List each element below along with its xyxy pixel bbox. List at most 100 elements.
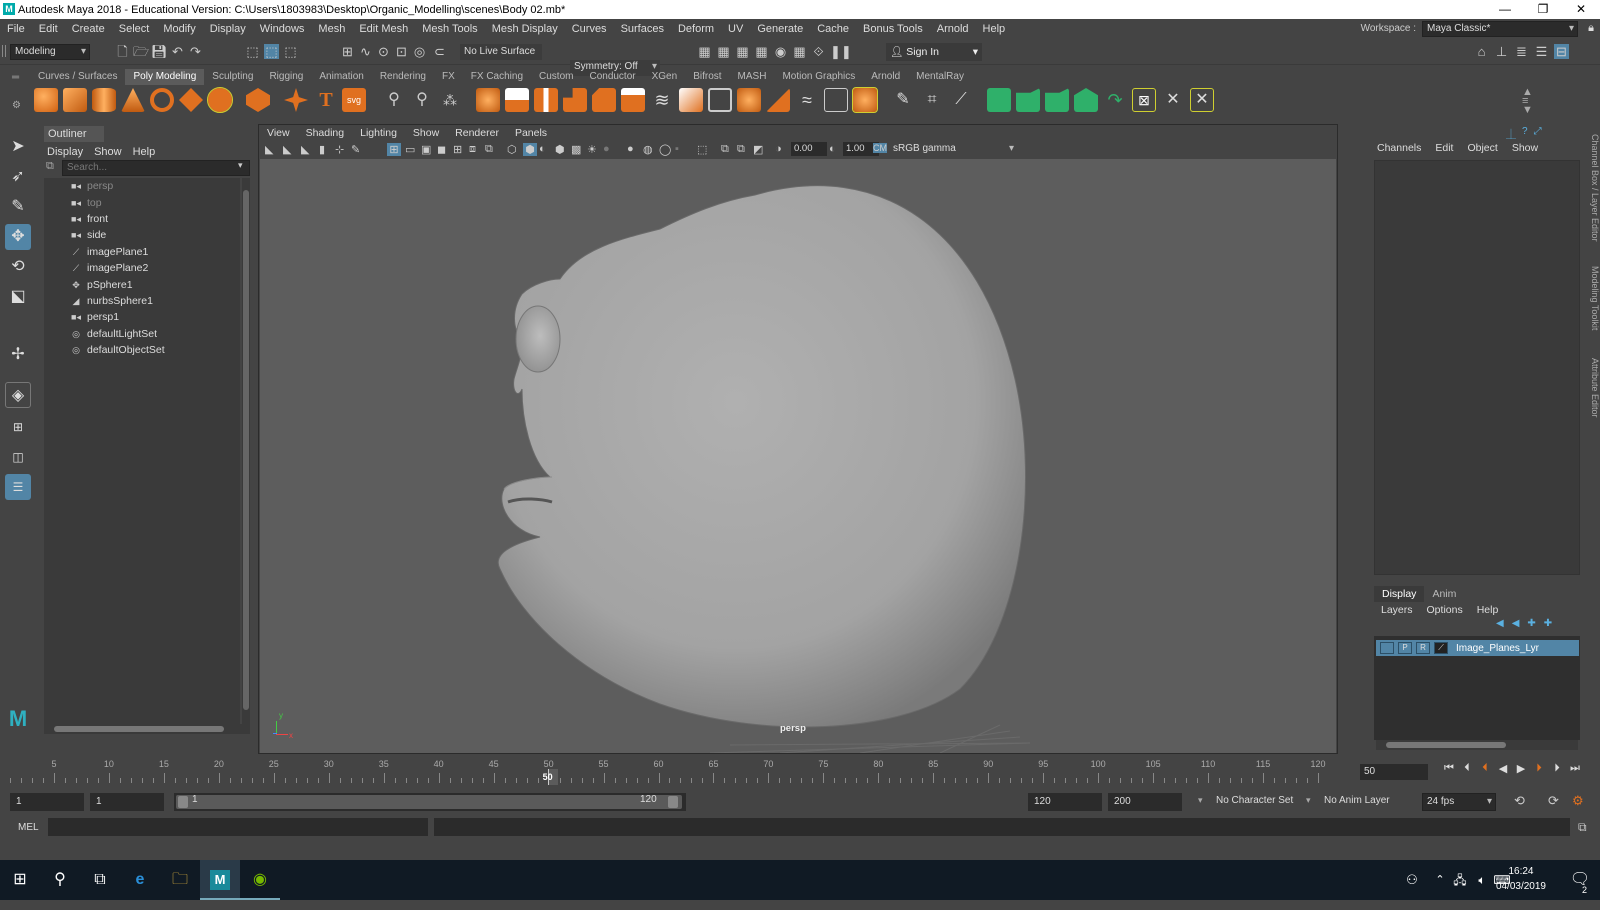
start-icon[interactable]: ⊞	[0, 860, 40, 900]
side-tab-attribute-editor[interactable]: Attribute Editor	[1586, 358, 1600, 418]
layer-playback-toggle[interactable]: P	[1398, 642, 1412, 654]
step-forward-key-icon[interactable]: ⏵	[1530, 762, 1548, 775]
smooth-icon[interactable]: ⁂	[438, 88, 462, 112]
bevel-icon[interactable]	[563, 88, 587, 112]
mirror-icon[interactable]	[987, 88, 1011, 112]
depth-of-field-icon[interactable]: ◯	[659, 143, 671, 156]
wireframe-on-shaded-icon[interactable]: ⬢	[555, 143, 565, 156]
channelbox-menu-edit[interactable]: Edit	[1428, 142, 1460, 154]
snap-view-icon[interactable]: ⊡	[394, 44, 409, 59]
uv-editor-icon[interactable]: ⌗	[920, 88, 944, 112]
shelf-tab-sculpting[interactable]: Sculpting	[204, 69, 261, 85]
multicut-icon[interactable]	[708, 88, 732, 112]
select-object-icon[interactable]: ⬚	[264, 44, 279, 59]
tool-settings-icon[interactable]: ≣	[1514, 44, 1529, 59]
mel-label[interactable]: MEL	[18, 822, 39, 833]
outliner-item-psphere1[interactable]: ✥ pSphere1	[44, 276, 240, 292]
outliner-layout-icon[interactable]: ☰	[5, 474, 31, 500]
playback-end-field[interactable]: 120	[1028, 793, 1102, 811]
volume-icon[interactable]: 🔈︎	[1472, 860, 1492, 900]
outliner-filter-icon[interactable]: ⧉	[46, 160, 54, 173]
fps-dropdown[interactable]: 24 fps	[1422, 793, 1496, 811]
xray-components-icon[interactable]: ◩	[753, 143, 763, 156]
last-tool-icon[interactable]: ✢	[5, 342, 31, 368]
image-plane-toggle-icon[interactable]: ▮	[319, 143, 325, 156]
outliner-item-front[interactable]: ■◂ front	[44, 211, 240, 227]
move-layer-up-icon[interactable]: ◀︎	[1496, 618, 1504, 629]
side-tab-modeling-toolkit[interactable]: Modeling Toolkit	[1586, 266, 1600, 330]
workspace-dropdown[interactable]: Maya Classic*	[1422, 20, 1578, 37]
character-set-arrow-icon[interactable]: ▾	[1198, 795, 1203, 806]
menu-mesh-display[interactable]: Mesh Display	[485, 23, 565, 35]
live-surface-field[interactable]: No Live Surface	[460, 44, 542, 60]
field-chart-icon[interactable]: ⊞	[453, 143, 462, 156]
outliner-item-persp[interactable]: ■◂ persp	[44, 178, 240, 194]
lasso-tool-icon[interactable]: ➶	[5, 164, 31, 190]
current-frame-marker[interactable]: 50	[543, 769, 558, 785]
menu-windows[interactable]: Windows	[253, 23, 312, 35]
range-end-handle[interactable]	[668, 796, 678, 808]
outliner-item-top[interactable]: ■◂ top	[44, 194, 240, 210]
render-settings-icon[interactable]: ▦	[754, 44, 769, 59]
make-live-icon[interactable]	[1016, 88, 1040, 112]
retopologize-icon[interactable]	[1045, 88, 1069, 112]
playback-start-field[interactable]: 1	[90, 793, 164, 811]
four-view-layout-icon[interactable]: ⊞	[5, 414, 31, 440]
shadows-icon[interactable]: ●	[603, 143, 610, 155]
shelf-tab-xgen[interactable]: XGen	[644, 69, 686, 85]
exposure-icon[interactable]: ◑	[775, 143, 782, 155]
resolution-gate-icon[interactable]: ▣	[421, 143, 431, 156]
poly-disc-icon[interactable]	[207, 87, 233, 113]
menu-modify[interactable]: Modify	[156, 23, 202, 35]
go-to-start-icon[interactable]: ⏮	[1440, 762, 1458, 775]
channelbox-menu-object[interactable]: Object	[1460, 142, 1504, 154]
scale-tool-icon[interactable]: ⬕	[5, 284, 31, 310]
paint-select-tool-icon[interactable]: ✎	[5, 194, 31, 220]
channelbox-float-icon[interactable]: ⤢	[1534, 126, 1542, 141]
snap-magnet-icon[interactable]: ⊂	[432, 44, 447, 59]
side-tab-channel-box[interactable]: Channel Box / Layer Editor	[1586, 134, 1600, 242]
two-d-pan-icon[interactable]: ⊹	[335, 143, 344, 156]
shelf-tab-conductor[interactable]: Conductor	[581, 69, 643, 85]
channel-box-icon[interactable]: ☰	[1534, 44, 1549, 59]
gate-mask-icon[interactable]: ◼	[437, 143, 446, 156]
safe-title-icon[interactable]: ⧉	[485, 143, 493, 156]
menu-surfaces[interactable]: Surfaces	[614, 23, 671, 35]
outliner-item-defaultlightset[interactable]: ◎ defaultLightSet	[44, 326, 240, 342]
menu-create[interactable]: Create	[65, 23, 112, 35]
rotate-tool-icon[interactable]: ⟲	[5, 254, 31, 280]
outliner-vertical-scrollbar[interactable]	[242, 178, 250, 724]
outliner-tab[interactable]: Outliner	[44, 126, 104, 142]
outliner-item-persp1[interactable]: ■◂ persp1	[44, 309, 240, 325]
camera-attributes-icon[interactable]: ◣	[283, 143, 291, 156]
go-to-end-icon[interactable]: ⏭	[1566, 762, 1584, 775]
extrude-icon[interactable]	[505, 88, 529, 112]
menu-help[interactable]: Help	[976, 23, 1013, 35]
text-tool-icon[interactable]: T	[314, 88, 338, 112]
render-view-icon[interactable]: ▦	[792, 44, 807, 59]
svg-tool-icon[interactable]: svg	[342, 88, 366, 112]
color-space-dropdown[interactable]: sRGB gamma	[889, 142, 1017, 158]
layer-color-swatch[interactable]: ⟋	[1434, 642, 1448, 654]
layer-tab-display[interactable]: Display	[1374, 586, 1425, 602]
pause-render-icon[interactable]: ❚❚	[830, 44, 852, 59]
outliner-item-imageplane1[interactable]: ⟋ imagePlane1	[44, 244, 240, 260]
maya-taskbar-icon[interactable]: M	[200, 860, 240, 900]
animation-start-field[interactable]: 1	[10, 793, 84, 811]
layer-menu-help[interactable]: Help	[1470, 603, 1506, 617]
viewport-menu-show[interactable]: Show	[405, 127, 447, 141]
tray-overflow-icon[interactable]: ⌃	[1432, 860, 1448, 900]
minimize-button[interactable]: —	[1486, 0, 1524, 19]
select-hierarchy-icon[interactable]: ⬚	[245, 44, 260, 59]
outliner-menu-help[interactable]: Help	[130, 144, 164, 160]
file-explorer-icon[interactable]: 🗀	[160, 860, 200, 900]
ipr-render-icon[interactable]: ▦	[735, 44, 750, 59]
new-empty-layer-icon[interactable]: ✚	[1527, 618, 1535, 629]
weld-icon[interactable]	[679, 88, 703, 112]
shelf-tab-animation[interactable]: Animation	[311, 69, 371, 85]
notifications-icon[interactable]: 🗨︎ 2	[1560, 860, 1600, 900]
edge-icon[interactable]: e	[120, 860, 160, 900]
menu-bonus-tools[interactable]: Bonus Tools	[856, 23, 930, 35]
outliner-item-side[interactable]: ■◂ side	[44, 227, 240, 243]
menu-cache[interactable]: Cache	[810, 23, 856, 35]
